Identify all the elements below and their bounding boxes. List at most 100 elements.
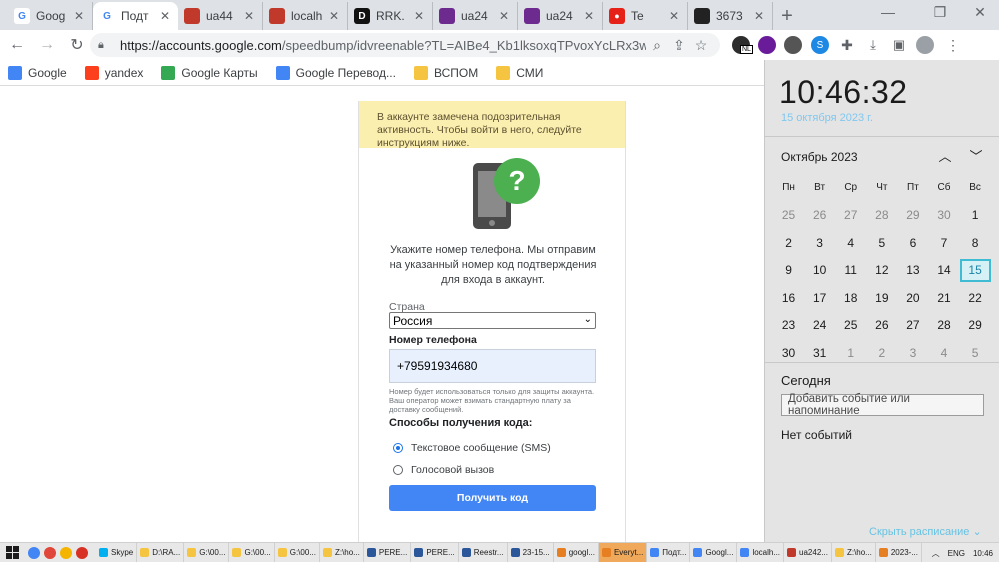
- calendar-day[interactable]: 1: [835, 346, 866, 360]
- calendar-day[interactable]: 10: [804, 263, 835, 277]
- puzzle-icon[interactable]: ✚: [838, 36, 856, 54]
- voice-radio[interactable]: [393, 465, 403, 475]
- browser-tab[interactable]: 3673 ✕: [688, 2, 773, 30]
- calendar-day[interactable]: 9: [773, 263, 804, 277]
- calendar-day[interactable]: 12: [866, 263, 897, 277]
- zoom-search-icon[interactable]: ⌕: [646, 37, 668, 54]
- taskbar-clock[interactable]: 10:46: [973, 549, 993, 558]
- calendar-day[interactable]: 14: [928, 263, 959, 277]
- browser-tab[interactable]: ua24 ✕: [433, 2, 518, 30]
- bookmark-item[interactable]: Google: [8, 65, 67, 80]
- calendar-day[interactable]: 23: [773, 318, 804, 332]
- calendar-day[interactable]: 26: [804, 208, 835, 222]
- taskbar-app[interactable]: 23-15...: [508, 542, 554, 562]
- calendar-day[interactable]: 25: [835, 318, 866, 332]
- calendar-day[interactable]: 13: [897, 263, 928, 277]
- bookmark-item[interactable]: yandex: [84, 65, 143, 80]
- back-arrow-icon[interactable]: ←: [4, 32, 30, 58]
- browser-tab[interactable]: G Goog ✕: [8, 2, 93, 30]
- lock-icon[interactable]: 🔒︎: [98, 39, 112, 52]
- calendar-day[interactable]: 27: [897, 318, 928, 332]
- tray-chevron-icon[interactable]: ︿: [932, 548, 940, 559]
- calendar-day[interactable]: 24: [804, 318, 835, 332]
- extension-shell-icon[interactable]: [784, 36, 802, 54]
- bookmark-star-icon[interactable]: ☆: [690, 37, 712, 54]
- extension-circle-icon[interactable]: [758, 36, 776, 54]
- taskbar-app[interactable]: PERE...: [364, 542, 412, 562]
- calendar-day[interactable]: 21: [928, 291, 959, 305]
- calendar-day[interactable]: 20: [897, 291, 928, 305]
- calendar-day[interactable]: 28: [866, 208, 897, 222]
- language-indicator[interactable]: ENG: [948, 549, 965, 558]
- close-tab-icon[interactable]: ✕: [327, 9, 341, 23]
- calendar-day[interactable]: 1: [960, 208, 991, 222]
- calendar-day[interactable]: 28: [928, 318, 959, 332]
- calendar-day[interactable]: 5: [960, 346, 991, 360]
- sms-radio[interactable]: [393, 443, 403, 453]
- taskbar-app[interactable]: 2023-...: [876, 542, 922, 562]
- side-panel-icon[interactable]: ▣: [890, 36, 908, 54]
- calendar-day[interactable]: 30: [928, 208, 959, 222]
- close-tab-icon[interactable]: ✕: [158, 9, 172, 23]
- calendar-day[interactable]: 17: [804, 291, 835, 305]
- shazam-icon[interactable]: S: [811, 36, 829, 54]
- close-window-icon[interactable]: ✕: [962, 4, 998, 21]
- new-tab-button[interactable]: +: [773, 2, 801, 30]
- reload-icon[interactable]: ↻: [64, 32, 90, 58]
- calendar-day[interactable]: 3: [897, 346, 928, 360]
- opera-pinned-icon[interactable]: [76, 546, 88, 559]
- close-tab-icon[interactable]: ✕: [242, 9, 256, 23]
- taskbar-app[interactable]: G:\00...: [275, 542, 320, 562]
- close-tab-icon[interactable]: ✕: [752, 9, 766, 23]
- sms-option[interactable]: Текстовое сообщение (SMS): [393, 442, 551, 454]
- taskbar-app[interactable]: localh...: [737, 542, 785, 562]
- bookmark-item[interactable]: СМИ: [496, 65, 543, 80]
- bookmark-item[interactable]: ВСПОМ: [413, 65, 478, 80]
- browser-tab[interactable]: localh ✕: [263, 2, 348, 30]
- calendar-day[interactable]: 31: [804, 346, 835, 360]
- get-code-button[interactable]: Получить код: [389, 485, 596, 511]
- url-text[interactable]: https://accounts.google.com/speedbump/id…: [120, 38, 646, 53]
- taskbar-app[interactable]: G:\00...: [184, 542, 230, 562]
- calendar-day[interactable]: 8: [960, 236, 991, 250]
- calendar-day[interactable]: 2: [773, 236, 804, 250]
- minimize-icon[interactable]: —: [870, 4, 906, 20]
- month-title[interactable]: Октябрь 2023: [781, 150, 858, 164]
- calendar-day[interactable]: 19: [866, 291, 897, 305]
- calendar-day[interactable]: 4: [835, 236, 866, 250]
- chevron-down-icon[interactable]: ﹀: [966, 146, 986, 165]
- bookmark-item[interactable]: Google Перевод...: [275, 65, 396, 80]
- calendar-day[interactable]: 27: [835, 208, 866, 222]
- close-tab-icon[interactable]: ✕: [667, 9, 681, 23]
- taskbar-app[interactable]: Z:\ho...: [832, 542, 876, 562]
- chevron-up-icon[interactable]: ︿: [935, 146, 955, 165]
- calendar-day[interactable]: 3: [804, 236, 835, 250]
- country-select[interactable]: Россия ⌄: [389, 312, 596, 329]
- taskbar-app[interactable]: Z:\ho...: [320, 542, 364, 562]
- extension-nl-icon[interactable]: NL: [732, 36, 753, 54]
- full-date-link[interactable]: 15 октября 2023 г.: [781, 112, 873, 124]
- taskbar-app[interactable]: Подт...: [647, 542, 691, 562]
- add-event-input[interactable]: Добавить событие или напоминание: [781, 393, 984, 417]
- browser-tab[interactable]: D RRK. ✕: [348, 2, 433, 30]
- chrome-pinned-icon[interactable]: [60, 546, 72, 559]
- close-tab-icon[interactable]: ✕: [582, 9, 596, 23]
- chrome-pinned-icon[interactable]: [44, 546, 56, 559]
- restore-icon[interactable]: ❐: [922, 4, 958, 21]
- browser-tab[interactable]: ua44 ✕: [178, 2, 263, 30]
- close-tab-icon[interactable]: ✕: [412, 9, 426, 23]
- calendar-day[interactable]: 26: [866, 318, 897, 332]
- taskbar-app[interactable]: Skype: [96, 542, 138, 562]
- calendar-day[interactable]: 29: [960, 318, 991, 332]
- forward-arrow-icon[interactable]: →: [34, 32, 60, 58]
- browser-tab[interactable]: ua24 ✕: [518, 2, 603, 30]
- calendar-day[interactable]: 5: [866, 236, 897, 250]
- taskbar-app[interactable]: Everyt...: [598, 542, 648, 562]
- calendar-day[interactable]: 18: [835, 291, 866, 305]
- calendar-day[interactable]: 30: [773, 346, 804, 360]
- menu-dots-icon[interactable]: ⋮: [944, 36, 962, 54]
- calendar-day[interactable]: 29: [897, 208, 928, 222]
- calendar-day[interactable]: 22: [960, 291, 991, 305]
- browser-tab[interactable]: G Подт ✕: [93, 2, 178, 30]
- calendar-day[interactable]: 25: [773, 208, 804, 222]
